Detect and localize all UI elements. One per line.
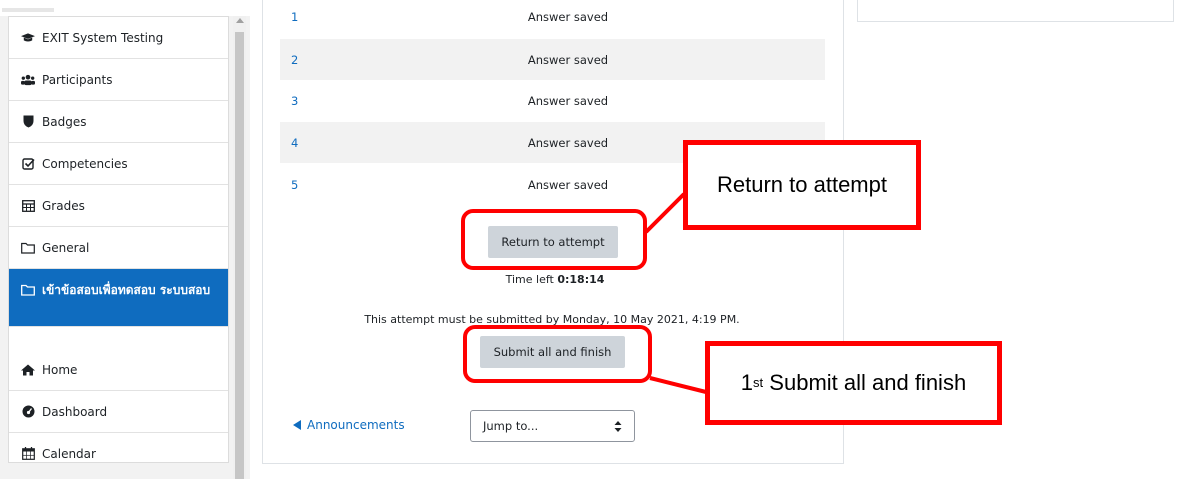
submit-button-highlight [463,325,652,383]
submit-callout-ordinal: 1 [740,370,754,395]
sidebar-item-general[interactable]: General [9,227,228,269]
calendar-icon [21,447,35,461]
sidebar-item-calendar[interactable]: Calendar [9,433,228,462]
sidebar-item-exam-section[interactable]: เข้าข้อสอบเพื่อทดสอบ ระบบสอบ [9,269,228,327]
question-link[interactable]: 1 [280,10,398,24]
question-link[interactable]: 3 [280,94,398,108]
sidebar-item-label: Calendar [42,446,96,461]
sidebar-item-grades[interactable]: Grades [9,185,228,227]
sidebar-item-label: เข้าข้อสอบเพื่อทดสอบ ระบบสอบ [42,283,211,297]
scroll-up-arrow-icon[interactable] [236,18,244,23]
sidebar-item-label: EXIT System Testing [42,30,164,45]
sidebar-item-label: Dashboard [42,404,108,419]
users-icon [21,73,35,87]
sidebar-item-label: Participants [42,72,113,87]
prev-activity-link[interactable]: Announcements [293,418,405,432]
select-arrows-icon [614,421,622,432]
question-link[interactable]: 5 [280,178,398,192]
triangle-left-icon [293,420,301,430]
graduation-cap-icon [21,31,35,45]
question-link[interactable]: 4 [280,136,398,150]
home-icon [21,363,35,377]
return-button-highlight [461,209,647,270]
question-status: Answer saved [527,52,609,67]
time-left: Time left 0:18:14 [470,273,640,286]
sidebar-item-label: Grades [42,198,85,213]
sidebar-item-label: General [42,240,90,255]
sidebar-scroll-thumb[interactable] [235,32,244,479]
jump-to-value: Jump to... [483,419,539,433]
sidebar-item-badges[interactable]: Badges [9,101,228,143]
question-status: Answer saved [527,93,609,108]
folder-icon [21,241,35,255]
course-nav-list: EXIT System Testing Participants Badges … [8,16,229,463]
table-row: 1 Answer saved [280,0,825,37]
return-callout: Return to attempt [683,140,921,230]
right-block [857,0,1174,22]
jump-to-select[interactable]: Jump to... [470,410,635,442]
submit-callout: 1st Submit all and finish [705,341,1002,425]
question-status: Answer saved [527,9,609,24]
sidebar-item-participants[interactable]: Participants [9,59,228,101]
question-link[interactable]: 2 [280,53,398,67]
folder-icon [21,283,35,297]
sidebar-item-label: Badges [42,114,87,129]
sidebar-item-home[interactable]: Home [9,349,228,391]
time-left-value: 0:18:14 [557,273,605,286]
submit-callout-text: Submit all and finish [769,370,967,395]
sidebar-item-label: Competencies [42,156,128,171]
table-row: 2 Answer saved [280,39,825,80]
shield-icon [21,115,35,129]
sidebar-item-dashboard[interactable]: Dashboard [9,391,228,433]
sidebar-item-course[interactable]: EXIT System Testing [9,17,228,59]
dashboard-icon [21,405,35,419]
return-callout-text: Return to attempt [717,172,887,197]
sidebar-item-competencies[interactable]: Competencies [9,143,228,185]
checkbox-icon [21,157,35,171]
top-tab-hint [2,8,54,12]
table-row: 3 Answer saved [280,80,825,121]
prev-activity-label: Announcements [307,418,405,432]
time-left-label: Time left [505,273,554,286]
table-icon [21,199,35,213]
sidebar-item-label: Home [42,362,78,377]
